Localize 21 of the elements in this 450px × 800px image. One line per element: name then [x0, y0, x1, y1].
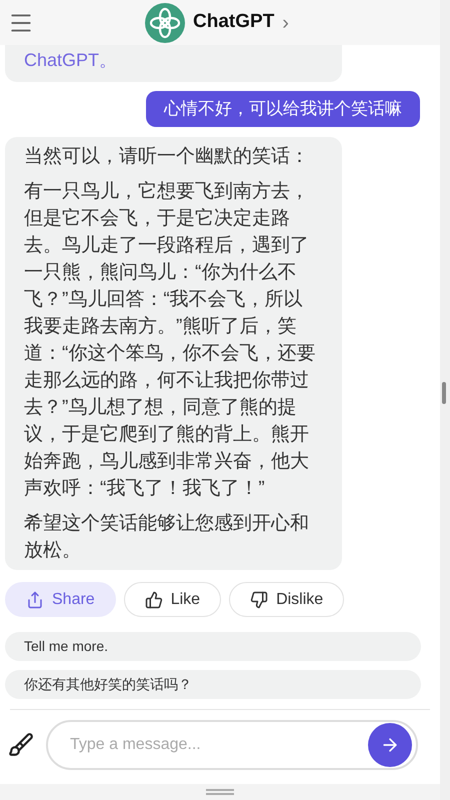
message-text: ChatGPT。 — [24, 50, 118, 70]
like-icon — [144, 590, 163, 608]
message-input[interactable]: Type a message... — [70, 733, 368, 757]
drag-handle[interactable] — [206, 789, 234, 795]
like-button[interactable]: Like — [124, 582, 222, 617]
suggestion-chip[interactable]: 你还有其他好笑的笑话吗？ — [5, 670, 421, 699]
dislike-button[interactable]: Dislike — [229, 582, 344, 617]
share-icon — [26, 590, 44, 608]
dislike-icon — [250, 590, 268, 608]
scrollbar[interactable] — [440, 0, 450, 800]
suggestion-chip[interactable]: Tell me more. — [5, 632, 421, 661]
message-text: 心情不好，可以给我讲个笑话嘛 — [164, 98, 402, 120]
share-button[interactable]: Share — [5, 582, 116, 617]
message-text: 有一只鸟儿，它想要飞到南方去，但是它不会飞，于是它决定走路去。鸟儿走了一段路程后，遇到了一只熊，熊问鸟儿：“你为什么不飞？”鸟儿回答：“我不会飞，所以我要走路去南方。”熊听了后，笑道：“你这个笨鸟，你不会飞，还要走那么远的路，何不让我把你带过去？”鸟儿想了想，同意了熊的提议，于是它爬到了熊的背上。熊开始奔跑，鸟儿感到非常兴奋，他大声欢呼：“我飞了！我飞了！” — [24, 180, 316, 501]
message-text: 当然可以，请听一个幽默的笑话： — [24, 145, 310, 169]
app-title[interactable]: ChatGPT — [193, 8, 274, 37]
chevron-icon[interactable]: › — [282, 8, 289, 38]
message-text: 希望这个笑话能够让您感到开心和放松。 — [24, 512, 310, 563]
send-button[interactable] — [368, 723, 412, 767]
message-field[interactable]: Type a message... — [46, 720, 418, 770]
logo-icon — [145, 2, 186, 42]
